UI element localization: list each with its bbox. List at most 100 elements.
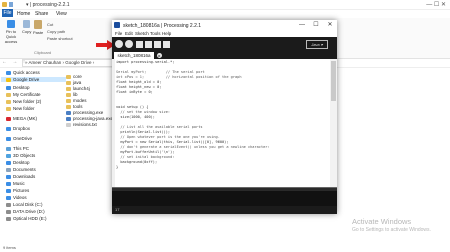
sidebar-item[interactable]: New folder (2) (6, 99, 41, 104)
export-button[interactable] (163, 40, 170, 48)
editor-scrollbar[interactable] (330, 59, 337, 187)
file-item[interactable]: launch4j (66, 86, 90, 91)
sidebar-item-label: Local Disk (C:) (13, 202, 43, 207)
file-item[interactable]: core (66, 74, 82, 79)
save-button[interactable] (154, 40, 161, 48)
watermark-line2: Go to Settings to activate Windows. (352, 227, 431, 233)
sidebar-item[interactable]: Videos (6, 195, 27, 200)
folder-icon (6, 136, 11, 141)
sidebar-item[interactable]: Local Disk (C:) (6, 202, 43, 207)
copy-button[interactable]: Copy (22, 20, 31, 34)
file-item[interactable]: processing-java.exe (66, 116, 113, 121)
code-line: } (116, 165, 119, 169)
file-name: core (73, 74, 82, 79)
sidebar-item-label: DATA Drive (D:) (13, 209, 45, 214)
open-button[interactable] (145, 40, 152, 48)
menu-help[interactable]: Help (162, 31, 171, 36)
sidebar-item[interactable]: Pictures (6, 188, 29, 193)
pin-quick-access-button[interactable]: Pin to Quick access (2, 20, 20, 44)
file-icon (66, 86, 71, 91)
folder-icon (6, 99, 11, 104)
properties-icon[interactable] (9, 2, 13, 7)
code-editor[interactable]: import processing.serial.*; Serial myPort… (112, 59, 330, 187)
new-button[interactable] (136, 40, 143, 48)
copy-path-button[interactable]: Copy path (47, 29, 65, 34)
mode-selector[interactable]: Java ▾ (306, 40, 328, 49)
tab-menu-arrow-icon[interactable]: ▸ (157, 53, 162, 58)
address-bar[interactable]: » Ameer Chauhan › Google Drive › (22, 59, 116, 67)
sidebar-item[interactable]: 3D Objects (6, 153, 35, 158)
sidebar-item[interactable]: Dropbox (6, 126, 30, 131)
file-list: core java launch4j lib modes tools processing.… (64, 68, 114, 128)
sketch-tabs: sketch_180816a ▸ (112, 51, 337, 59)
file-item[interactable]: processing.exe (66, 110, 103, 115)
explorer-status: 9 items (0, 243, 112, 252)
sidebar-item[interactable]: DATA Drive (D:) (6, 209, 45, 214)
window-controls[interactable]: — ☐ ✕ (426, 1, 446, 8)
file-item[interactable]: tools (66, 104, 83, 109)
processing-ide-window: sketch_180816a | Processing 2.2.1 — ☐ ✕ Fi… (112, 20, 337, 214)
file-item[interactable]: modes (66, 98, 87, 103)
sidebar-item[interactable]: Desktop (6, 85, 30, 90)
file-item[interactable]: java (66, 80, 81, 85)
processing-window-controls: — ☐ ✕ (295, 20, 337, 30)
menu-edit[interactable]: Edit (125, 31, 133, 36)
paste-button[interactable]: Paste (33, 20, 43, 35)
cut-button[interactable]: Cut (47, 22, 53, 27)
folder-icon (6, 202, 11, 207)
tab-view[interactable]: View (56, 11, 67, 17)
tab-home[interactable]: Home (17, 11, 30, 17)
file-icon (66, 92, 71, 97)
sidebar-item[interactable]: Music (6, 181, 25, 186)
folder-icon (6, 209, 11, 214)
sidebar-item[interactable]: OneDrive (6, 136, 32, 141)
file-icon (66, 98, 71, 103)
sidebar-item[interactable]: MEGA (MK) (6, 116, 37, 121)
sidebar-item-label: New folder (13, 106, 35, 111)
sidebar-item[interactable]: This PC (6, 146, 29, 151)
sidebar-item[interactable]: My Certificate (6, 92, 41, 97)
folder-icon (6, 153, 11, 158)
maximize-button[interactable]: ☐ (309, 20, 323, 30)
folder-icon (6, 160, 11, 165)
item-count: 9 items (3, 245, 16, 250)
sidebar-item[interactable]: Google Drive (1, 77, 66, 82)
scrollbar-thumb[interactable] (331, 61, 336, 101)
sketch-tab[interactable]: sketch_180816a (114, 52, 154, 59)
folder-icon (6, 188, 11, 193)
sidebar-item[interactable]: Optical HDD (E:) (6, 216, 47, 221)
file-name: tools (73, 104, 83, 109)
sidebar-item[interactable]: Documents (6, 167, 36, 172)
sidebar-item-label: MEGA (MK) (13, 116, 38, 121)
run-button[interactable] (115, 40, 123, 48)
sidebar-item[interactable]: Quick access (6, 70, 40, 75)
tab-file[interactable]: File (2, 9, 13, 17)
processing-toolbar: Java ▾ (112, 37, 337, 51)
file-icon (66, 116, 71, 121)
menu-sketch[interactable]: Sketch (135, 31, 149, 36)
sidebar-item-label: Desktop (13, 85, 30, 90)
watermark-line1: Activate Windows (352, 217, 412, 226)
line-number: 17 (115, 207, 120, 212)
sidebar-item-label: Desktop (13, 160, 30, 165)
stop-button[interactable] (125, 40, 133, 48)
sidebar-item-label: Dropbox (13, 126, 31, 131)
menu-tools[interactable]: Tools (150, 31, 161, 36)
file-item[interactable]: lib (66, 92, 78, 97)
sidebar-item-label: This PC (13, 146, 30, 151)
folder-icon (6, 181, 11, 186)
sidebar-item[interactable]: Downloads (6, 174, 35, 179)
file-item[interactable]: revisions.txt (66, 122, 97, 127)
folder-icon (6, 146, 11, 151)
folder-icon (6, 106, 11, 111)
sidebar-item[interactable]: Desktop (6, 160, 30, 165)
close-button[interactable]: ✕ (323, 20, 337, 30)
processing-logo-icon (114, 22, 120, 28)
navigation-pane: Quick access Google Drive Desktop My Certif… (0, 68, 66, 252)
minimize-button[interactable]: — (295, 20, 309, 30)
tab-share[interactable]: Share (35, 11, 48, 17)
paste-shortcut-button[interactable]: Paste shortcut (47, 36, 73, 41)
menu-file[interactable]: File (115, 31, 122, 36)
sidebar-item[interactable]: New folder (6, 106, 35, 111)
sidebar-item-label: New folder (2) (13, 99, 42, 104)
